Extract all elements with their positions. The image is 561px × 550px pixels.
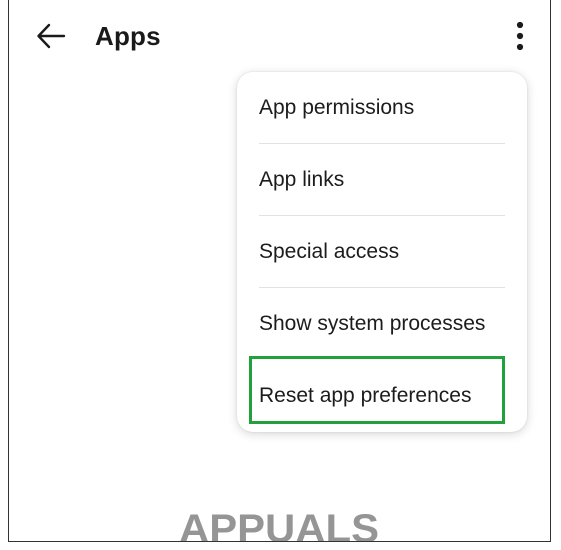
menu-item-reset-app-preferences[interactable]: Reset app preferences	[259, 360, 505, 432]
overflow-menu: App permissions App links Special access…	[237, 72, 527, 432]
menu-item-special-access[interactable]: Special access	[259, 216, 505, 288]
menu-item-label: Show system processes	[259, 312, 486, 335]
back-button[interactable]	[29, 16, 73, 56]
arrow-left-icon	[37, 23, 66, 49]
menu-item-app-permissions[interactable]: App permissions	[259, 72, 505, 144]
more-options-button[interactable]	[502, 14, 538, 58]
menu-item-label: App links	[259, 168, 345, 191]
page-title: Apps	[95, 21, 161, 51]
menu-item-label: App permissions	[259, 96, 415, 119]
more-vert-icon	[516, 21, 524, 51]
svg-text:APPUALS: APPUALS	[179, 507, 379, 542]
app-bar: Apps	[9, 0, 550, 72]
phone-screen: Apps App permissions App links Special a…	[8, 0, 551, 542]
menu-item-app-links[interactable]: App links	[259, 144, 505, 216]
menu-item-label: Special access	[259, 240, 400, 263]
menu-item-label: Reset app preferences	[259, 384, 472, 407]
menu-item-show-system-processes[interactable]: Show system processes	[259, 288, 505, 360]
watermark-logo: APPUALS	[179, 507, 379, 542]
